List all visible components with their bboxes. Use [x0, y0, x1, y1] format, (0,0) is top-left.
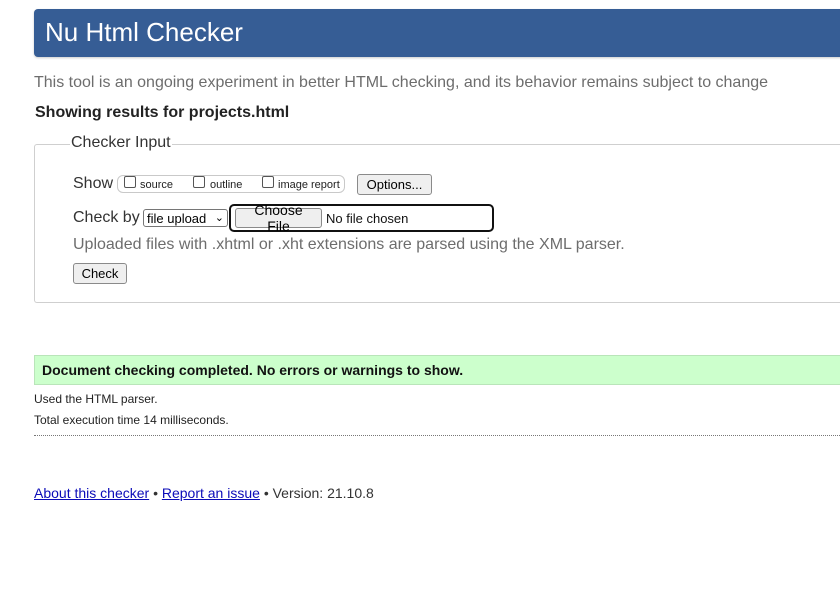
options-button[interactable]: Options... [357, 174, 432, 195]
chevron-down-icon: ⌄ [214, 212, 224, 224]
footer-separator: • [153, 485, 158, 501]
report-issue-link[interactable]: Report an issue [162, 485, 260, 501]
source-checkbox[interactable] [124, 176, 136, 188]
tagline: This tool is an ongoing experiment in be… [34, 74, 769, 91]
page-header: Nu Html Checker [34, 9, 840, 57]
footer: About this checker • Report an issue • V… [34, 485, 374, 501]
footer-separator: • [263, 485, 269, 501]
version-text: Version: 21.10.8 [272, 485, 374, 501]
check-by-select[interactable]: file upload ⌄ [143, 209, 228, 227]
check-by-selected-value: file upload [147, 210, 207, 226]
image-report-checkbox[interactable] [262, 176, 274, 188]
xml-parser-hint: Uploaded files with .xhtml or .xht exten… [73, 236, 625, 253]
success-message-box: Document checking completed. No errors o… [34, 355, 840, 385]
results-for-heading: Showing results for projects.html [35, 104, 290, 121]
choose-file-button[interactable]: Choose File [235, 202, 322, 234]
check-button[interactable]: Check [73, 263, 127, 284]
check-by-label: Check by [73, 209, 140, 226]
success-message: Document checking completed. No errors o… [42, 362, 464, 378]
checker-input-legend: Checker Input [70, 134, 172, 152]
divider [34, 435, 840, 436]
parser-note: Used the HTML parser. [34, 392, 158, 406]
page-title: Nu Html Checker [45, 17, 243, 47]
show-label: Show [73, 175, 114, 192]
no-file-chosen-text: No file chosen [326, 211, 409, 226]
image-report-checkbox-label: image report [278, 179, 340, 191]
timing-note: Total execution time 14 milliseconds. [34, 413, 229, 427]
source-checkbox-label: source [140, 179, 174, 191]
outline-checkbox-label: outline [210, 179, 243, 191]
outline-checkbox[interactable] [193, 176, 205, 188]
about-checker-link[interactable]: About this checker [34, 485, 149, 501]
